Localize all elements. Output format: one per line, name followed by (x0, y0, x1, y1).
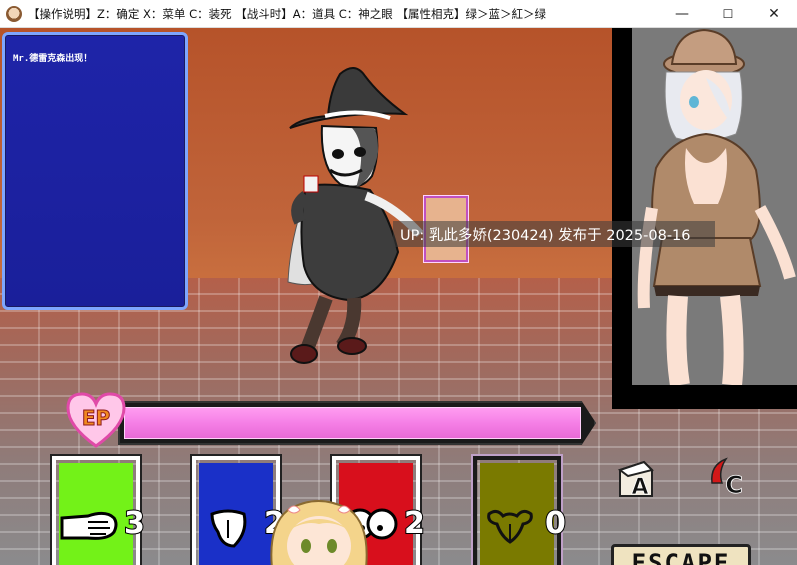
maximize-button[interactable]: ☐ (705, 0, 751, 28)
item-key-a-icon[interactable]: A (614, 458, 658, 502)
app-icon (6, 5, 22, 22)
ep-gauge (118, 401, 596, 445)
character-portrait-frame (612, 28, 797, 409)
window-controls: — ☐ ✕ (659, 0, 797, 28)
detective-girl-portrait (637, 28, 796, 387)
uterus-icon (487, 509, 533, 544)
divine-eye-key-c-icon[interactable]: C (706, 455, 750, 499)
hand-rock-icon (60, 511, 118, 540)
card-olive-count: 0 (544, 505, 567, 542)
battle-message-text: Mr.德雷克森出现！ (13, 54, 93, 64)
close-button[interactable]: ✕ (751, 0, 797, 28)
upload-watermark: UP: 乳此多娇(230424) 发布于 2025-08-16 (393, 221, 715, 247)
heroine-head-sprite (270, 500, 368, 565)
window-title: 【操作说明】Z：确定 X：菜单 C：装死 【战斗时】A：道具 C：神之眼 【属性… (28, 6, 546, 21)
ep-heart-icon: EP (66, 392, 126, 448)
character-portrait (632, 28, 797, 387)
card-olive-attack[interactable]: 0 (471, 454, 567, 565)
card-green-count: 3 (123, 505, 146, 542)
battle-message-panel: Mr.德雷克森出现！ (2, 32, 188, 310)
ep-gauge-fill (124, 407, 581, 439)
card-green-attack[interactable]: 3 (50, 454, 146, 565)
battle-scene: Mr.德雷克森出现！ UP: 乳此多娇(230424) 发布于 2025-08-… (0, 28, 797, 565)
key-a-label: A (631, 475, 648, 500)
ep-label: EP (82, 406, 110, 430)
card-red-count: 2 (403, 505, 426, 542)
minimize-button[interactable]: — (659, 0, 705, 28)
escape-button[interactable]: ESCAPE (611, 544, 751, 565)
window-titlebar: 【操作说明】Z：确定 X：菜单 C：装死 【战斗时】A：道具 C：神之眼 【属性… (0, 0, 797, 28)
tongue-icon (210, 509, 247, 548)
key-c-label: C (725, 471, 743, 499)
